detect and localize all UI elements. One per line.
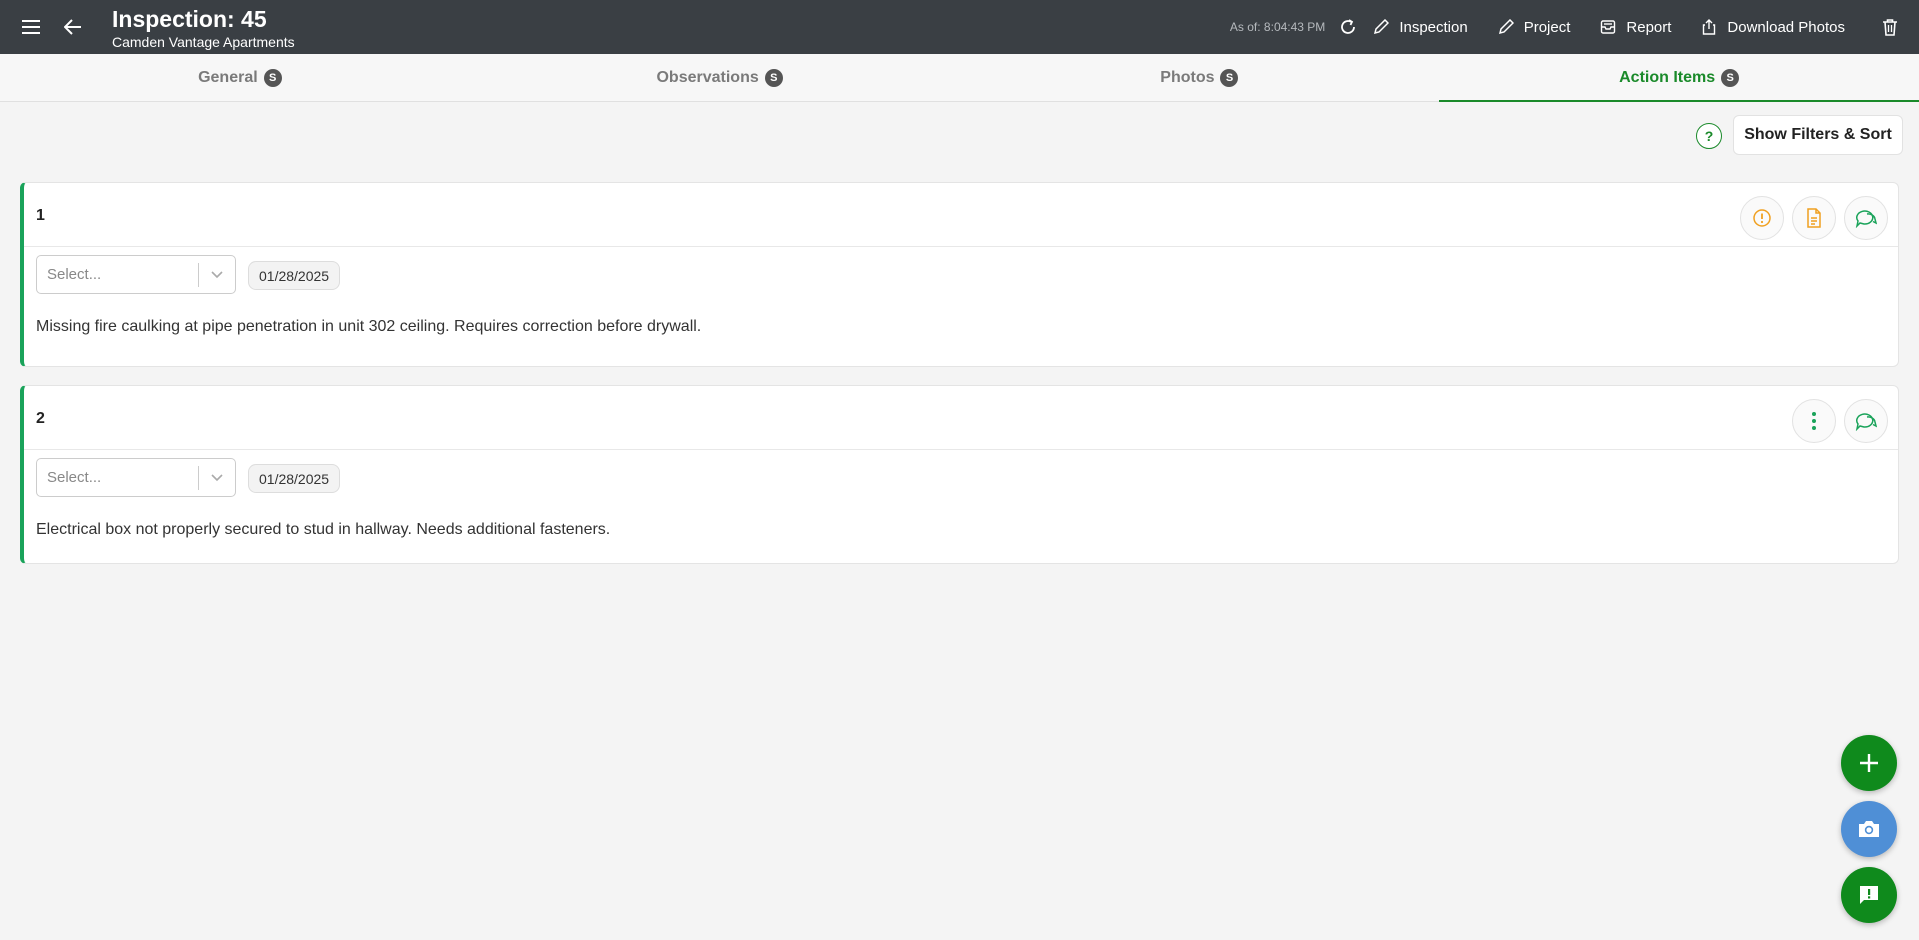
assignee-select[interactable]: Select... (36, 458, 236, 497)
edit-project-button[interactable]: Project (1498, 18, 1571, 36)
header-actions: As of: 8:04:43 PM Inspection Project Rep… (1230, 0, 1919, 54)
tab-bar: General S Observations S Photos S Action… (0, 54, 1919, 102)
refresh-icon (1341, 19, 1356, 34)
priority-button[interactable] (1740, 196, 1784, 240)
download-photos-button[interactable]: Download Photos (1701, 19, 1845, 36)
share-upload-icon (1703, 19, 1716, 35)
camera-icon (1859, 821, 1879, 837)
edit-inspection-label: Inspection (1399, 18, 1468, 36)
more-vertical-icon (1812, 412, 1816, 430)
delete-inspection-button[interactable] (1875, 12, 1905, 42)
chat-bubble-icon (1855, 210, 1877, 228)
header-title-block: Inspection: 45 Camden Vantage Apartments (112, 5, 295, 51)
comments-button[interactable] (1844, 399, 1888, 443)
action-item-description: Missing fire caulking at pipe penetratio… (36, 318, 702, 335)
tab-general[interactable]: General S (0, 54, 480, 101)
last-updated-text: As of: 8:04:43 PM (1229, 20, 1326, 34)
tab-label: Photos (1160, 68, 1215, 86)
action-item-description: Electrical box not properly secured to s… (36, 521, 611, 538)
action-item-card: 1 Select... 01/28/2025 Missing fire caul… (20, 182, 1899, 367)
tab-label: Observations (656, 68, 759, 86)
more-options-button[interactable] (1792, 399, 1836, 443)
camera-button[interactable] (1841, 801, 1897, 857)
card-header: 1 (24, 183, 1898, 247)
pencil-icon (1374, 19, 1390, 35)
document-button[interactable] (1792, 196, 1836, 240)
action-item-card: 2 Select... 01/28/2025 Electrical box no… (20, 385, 1899, 564)
back-button[interactable] (58, 12, 88, 42)
menu-button[interactable] (16, 12, 46, 42)
project-name: Camden Vantage Apartments (112, 34, 295, 50)
report-button[interactable]: Report (1600, 19, 1671, 36)
feedback-message-icon (1860, 886, 1878, 904)
report-icon (1601, 20, 1616, 34)
assignee-select[interactable]: Select... (36, 255, 236, 294)
add-action-item-button[interactable] (1841, 735, 1897, 791)
tab-badge: S (1721, 68, 1740, 87)
tab-observations[interactable]: Observations S (480, 54, 960, 101)
edit-inspection-button[interactable]: Inspection (1373, 18, 1468, 36)
select-placeholder: Select... (47, 266, 102, 283)
chevron-down-icon (199, 473, 235, 482)
hamburger-menu-icon (22, 20, 40, 34)
tab-photos[interactable]: Photos S (960, 54, 1440, 101)
card-header: 2 (24, 386, 1898, 450)
document-icon (1807, 208, 1821, 228)
page-title: Inspection: 45 (112, 6, 267, 32)
tab-action-items[interactable]: Action Items S (1439, 54, 1919, 102)
feedback-button[interactable] (1841, 867, 1897, 923)
card-actions (1732, 196, 1888, 240)
card-actions (1784, 399, 1888, 443)
download-photos-label: Download Photos (1727, 18, 1845, 36)
comments-button[interactable] (1844, 196, 1888, 240)
report-label: Report (1626, 18, 1672, 36)
tab-badge: S (263, 68, 282, 87)
tab-label: Action Items (1619, 68, 1716, 86)
plus-icon (1860, 754, 1878, 772)
due-date-chip[interactable]: 01/28/2025 (248, 464, 341, 493)
show-filters-sort-button[interactable]: Show Filters & Sort (1733, 115, 1903, 155)
alert-circle-icon (1753, 209, 1771, 227)
chevron-down-icon (199, 270, 235, 279)
tab-badge: S (1220, 68, 1239, 87)
action-item-number: 1 (36, 207, 45, 224)
tab-label: General (198, 68, 258, 86)
arrow-left-icon (64, 19, 81, 35)
card-fields: Select... 01/28/2025 (24, 247, 1898, 299)
help-button[interactable]: ? (1696, 123, 1722, 149)
pencil-icon (1498, 19, 1514, 35)
edit-project-label: Project (1523, 18, 1571, 36)
tab-badge: S (764, 68, 783, 87)
chat-bubble-icon (1855, 413, 1877, 431)
app-header: Inspection: 45 Camden Vantage Apartments… (0, 0, 1919, 54)
select-placeholder: Select... (47, 469, 102, 486)
action-item-number: 2 (36, 410, 45, 427)
due-date-chip[interactable]: 01/28/2025 (248, 261, 341, 290)
refresh-button[interactable] (1333, 12, 1363, 42)
trash-icon (1883, 19, 1897, 36)
card-fields: Select... 01/28/2025 (24, 450, 1898, 502)
